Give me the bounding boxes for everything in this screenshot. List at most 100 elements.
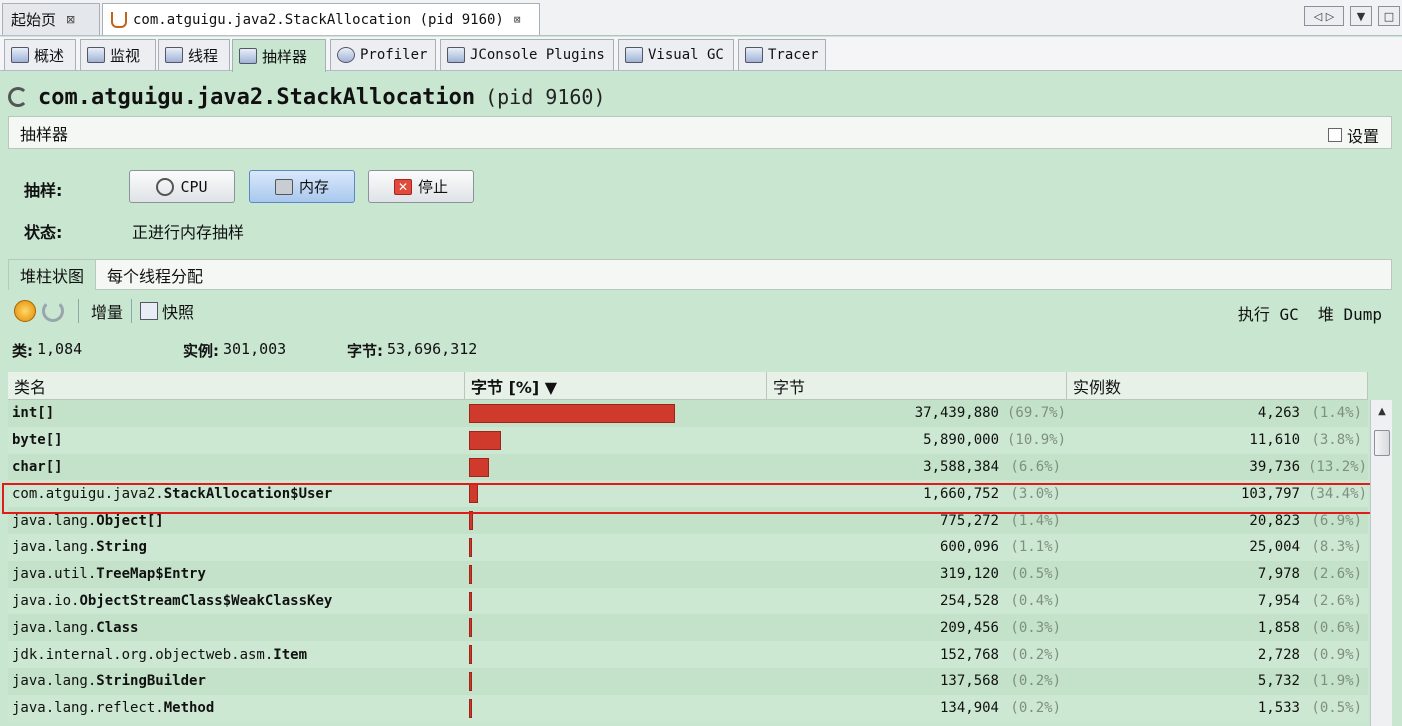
class-name-cell: int[]: [8, 405, 465, 421]
bytes-percent-bar: [469, 698, 472, 718]
close-icon[interactable]: ⊠: [66, 13, 75, 26]
stop-button[interactable]: ✕ 停止: [368, 170, 474, 203]
heap-histogram-table: 类名 字节 [%] ▼ 字节 实例数 int[] 37,439,880 (69.7%…: [8, 372, 1368, 722]
heap-dump-button[interactable]: 堆 Dump: [1318, 305, 1382, 324]
table-row[interactable]: byte[] 5,890,000 (10.9%) 11,610 (3.8%): [8, 426, 1368, 454]
tab-list-dropdown-icon[interactable]: ▼: [1350, 6, 1372, 26]
package-prefix: java.lang.: [12, 673, 97, 690]
maximize-icon[interactable]: □: [1378, 6, 1400, 26]
tab-label: Profiler: [360, 47, 428, 63]
bytes-value: 152,768: [939, 646, 999, 663]
class-name-cell: java.lang.StringBuilder: [8, 673, 465, 689]
bytes-percent-bar: [469, 511, 473, 531]
tab-heap-histogram[interactable]: 堆柱状图: [9, 260, 97, 290]
instances-percent: (8.3%): [1311, 539, 1362, 556]
bytes-percent: (0.2%): [1010, 646, 1061, 663]
class-simple-name: int[]: [12, 405, 55, 422]
bytes-percent-cell: [465, 641, 767, 668]
table-header: 类名 字节 [%] ▼ 字节 实例数: [8, 372, 1368, 400]
tab-tracer[interactable]: Tracer: [738, 39, 826, 70]
bytes-percent: (0.5%): [1010, 566, 1061, 583]
instances-cell: 25,004 (8.3%): [1067, 539, 1368, 555]
table-row[interactable]: java.lang.Class 209,456 (0.3%) 1,858 (0.6%): [8, 614, 1368, 642]
bytes-cell: 209,456 (0.3%): [767, 620, 1067, 636]
instances-percent: (2.6%): [1311, 566, 1362, 583]
instances-value: 20,823: [1249, 512, 1300, 529]
memory-button[interactable]: 内存: [249, 170, 355, 203]
bytes-percent: (0.3%): [1010, 619, 1061, 636]
snapshot-icon[interactable]: [140, 302, 159, 320]
instances-cell: 20,823 (6.9%): [1067, 513, 1368, 529]
bytes-percent: (1.1%): [1010, 539, 1061, 556]
bytes-value: 254,528: [939, 592, 999, 609]
tab-sampler[interactable]: 抽样器: [232, 39, 326, 72]
pause-icon[interactable]: [14, 300, 36, 322]
column-header-bytes[interactable]: 字节: [767, 372, 1067, 400]
profiler-icon: [337, 47, 355, 63]
refresh-icon[interactable]: [42, 300, 64, 322]
plugins-icon: [447, 47, 465, 63]
loading-spinner-icon: [8, 87, 28, 107]
tab-per-thread-allocation[interactable]: 每个线程分配: [96, 260, 214, 290]
bytes-percent-bar: [469, 671, 472, 691]
bytes-percent: (1.4%): [1010, 512, 1061, 529]
tab-label: Visual GC: [648, 47, 724, 63]
bytes-percent-cell: [465, 454, 767, 481]
checkbox-icon[interactable]: [1327, 128, 1342, 142]
tab-jconsole-plugins[interactable]: JConsole Plugins: [440, 39, 614, 70]
table-row[interactable]: int[] 37,439,880 (69.7%) 4,263 (1.4%): [8, 400, 1368, 427]
table-row[interactable]: char[] 3,588,384 (6.6%) 39,736 (13.2%): [8, 453, 1368, 481]
cpu-button[interactable]: CPU: [129, 170, 235, 203]
status-value: 正进行内存抽样: [132, 223, 245, 242]
delta-toggle[interactable]: 增量: [91, 299, 123, 323]
tab-threads[interactable]: 线程: [158, 39, 230, 70]
snapshot-button[interactable]: 快照: [162, 299, 194, 323]
instances-percent: (2.6%): [1311, 592, 1362, 609]
tab-scroll-arrows-icon[interactable]: ◁ ▷: [1304, 6, 1344, 26]
settings-checkbox[interactable]: 设置: [1327, 123, 1379, 147]
package-prefix: java.util.: [12, 566, 97, 583]
bytes-cell: 600,096 (1.1%): [767, 539, 1067, 555]
table-row[interactable]: jdk.internal.org.objectweb.asm.Item 152,7…: [8, 641, 1368, 668]
process-name: com.atguigu.java2.StackAllocation: [38, 84, 476, 110]
instances-cell: 7,954 (2.6%): [1067, 593, 1368, 609]
class-name-cell: java.lang.Class: [8, 620, 465, 636]
bytes-value: 775,272: [939, 512, 999, 529]
scroll-up-arrow-icon[interactable]: ▲: [1371, 400, 1393, 422]
bytes-value: 600,096: [939, 539, 999, 556]
scroll-thumb[interactable]: [1374, 430, 1390, 456]
bytes-value: 209,456: [939, 619, 999, 636]
vertical-scrollbar[interactable]: ▲: [1370, 400, 1392, 726]
bytes-percent-cell: [465, 614, 767, 641]
tab-visual-gc[interactable]: Visual GC: [618, 39, 734, 70]
instances-percent: (0.5%): [1311, 700, 1362, 717]
instances-value: 39,736: [1249, 458, 1300, 475]
column-header-bytes-percent[interactable]: 字节 [%] ▼: [465, 372, 767, 400]
table-row[interactable]: java.lang.reflect.Method 134,904 (0.2%) 1,5…: [8, 694, 1368, 722]
bytes-value: 37,439,880: [914, 405, 999, 422]
button-label: CPU: [180, 177, 208, 196]
tab-profiler[interactable]: Profiler: [330, 39, 436, 70]
column-header-instances[interactable]: 实例数: [1067, 372, 1368, 400]
bytes-percent: (69.7%): [1007, 405, 1067, 422]
close-icon[interactable]: ⊠: [514, 13, 521, 26]
instances-percent: (1.4%): [1311, 405, 1362, 422]
tab-overview[interactable]: 概述: [4, 39, 76, 70]
tab-label: 监视: [110, 46, 141, 65]
perform-gc-button[interactable]: 执行 GC: [1238, 305, 1299, 324]
doc-tab-process[interactable]: com.atguigu.java2.StackAllocation (pid 9…: [102, 3, 540, 35]
instances-cell: 1,858 (0.6%): [1067, 620, 1368, 636]
sample-label: 抽样:: [24, 181, 63, 200]
instances-value: 5,732: [1257, 673, 1300, 690]
table-row[interactable]: java.lang.StringBuilder 137,568 (0.2%) 5,73…: [8, 667, 1368, 695]
instances-value: 11,610: [1249, 432, 1300, 449]
table-row[interactable]: java.util.TreeMap$Entry 319,120 (0.5%) 7,97…: [8, 560, 1368, 588]
column-header-class-name[interactable]: 类名: [8, 372, 465, 400]
doc-tab-start-page[interactable]: 起始页 ⊠: [2, 3, 100, 35]
clock-icon: [156, 177, 175, 196]
table-row[interactable]: java.lang.String 600,096 (1.1%) 25,004 (8.3%…: [8, 533, 1368, 561]
tab-monitor[interactable]: 监视: [80, 39, 156, 70]
table-row[interactable]: java.io.ObjectStreamClass$WeakClassKey 25…: [8, 587, 1368, 615]
class-simple-name: String: [96, 539, 147, 556]
tracer-icon: [745, 47, 763, 63]
